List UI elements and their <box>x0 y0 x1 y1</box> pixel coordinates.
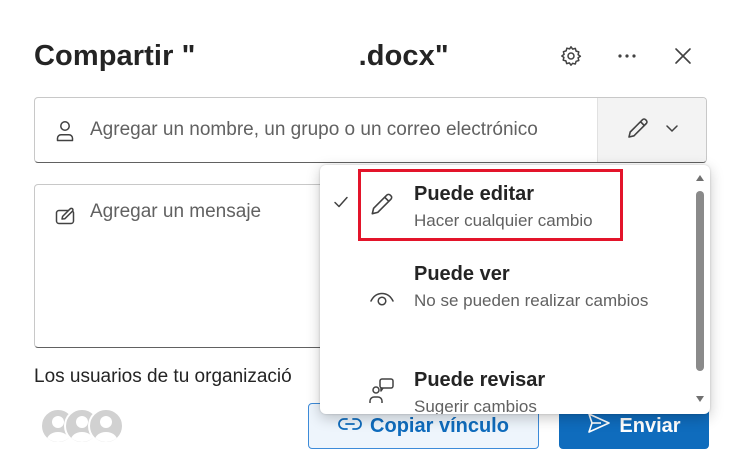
person-icon <box>55 120 75 147</box>
menu-item-can-view[interactable]: Puede ver No se pueden realizar cambios <box>320 253 690 353</box>
share-dialog: Compartir " .docx" Agregar un nombre, un… <box>0 0 738 459</box>
menu-item-description: No se pueden realizar cambios <box>414 291 649 310</box>
permission-dropdown-button[interactable] <box>597 98 706 162</box>
menu-item-title: Puede revisar <box>414 369 546 391</box>
gear-icon[interactable] <box>556 41 586 71</box>
more-horizontal-icon[interactable] <box>612 41 642 71</box>
compose-icon <box>55 206 77 231</box>
shared-avatars[interactable] <box>40 408 130 446</box>
menu-item-can-edit[interactable]: Puede editar Hacer cualquier cambio <box>320 165 690 247</box>
people-input[interactable] <box>90 98 600 162</box>
scroll-down-arrow-icon[interactable] <box>694 393 706 405</box>
menu-item-description: Hacer cualquier cambio <box>414 211 593 230</box>
scroll-thumb[interactable] <box>696 191 704 371</box>
dialog-title: Compartir " .docx" <box>34 40 449 72</box>
permission-menu: Puede editar Hacer cualquier cambio Pued… <box>320 165 710 414</box>
eye-icon <box>368 286 396 315</box>
link-settings-note[interactable]: Los usuarios de tu organizació <box>34 366 292 388</box>
menu-item-description: Sugerir cambios <box>414 397 537 414</box>
pencil-icon <box>368 190 396 223</box>
menu-scrollbar[interactable] <box>690 165 710 414</box>
people-picker <box>34 97 707 163</box>
checkmark-icon <box>333 195 349 214</box>
menu-item-title: Puede editar <box>414 183 535 205</box>
close-icon[interactable] <box>668 41 698 71</box>
chevron-down-icon <box>665 121 679 140</box>
menu-item-title: Puede ver <box>414 263 510 285</box>
send-label: Enviar <box>619 414 681 437</box>
pencil-icon <box>625 115 651 146</box>
link-icon <box>338 415 362 438</box>
send-icon <box>587 412 611 440</box>
menu-item-can-review[interactable]: Puede revisar Sugerir cambios <box>320 361 690 414</box>
scroll-up-arrow-icon[interactable] <box>694 172 706 184</box>
avatar <box>88 408 124 444</box>
review-icon <box>368 377 396 410</box>
copy-link-label: Copiar vínculo <box>370 414 509 437</box>
